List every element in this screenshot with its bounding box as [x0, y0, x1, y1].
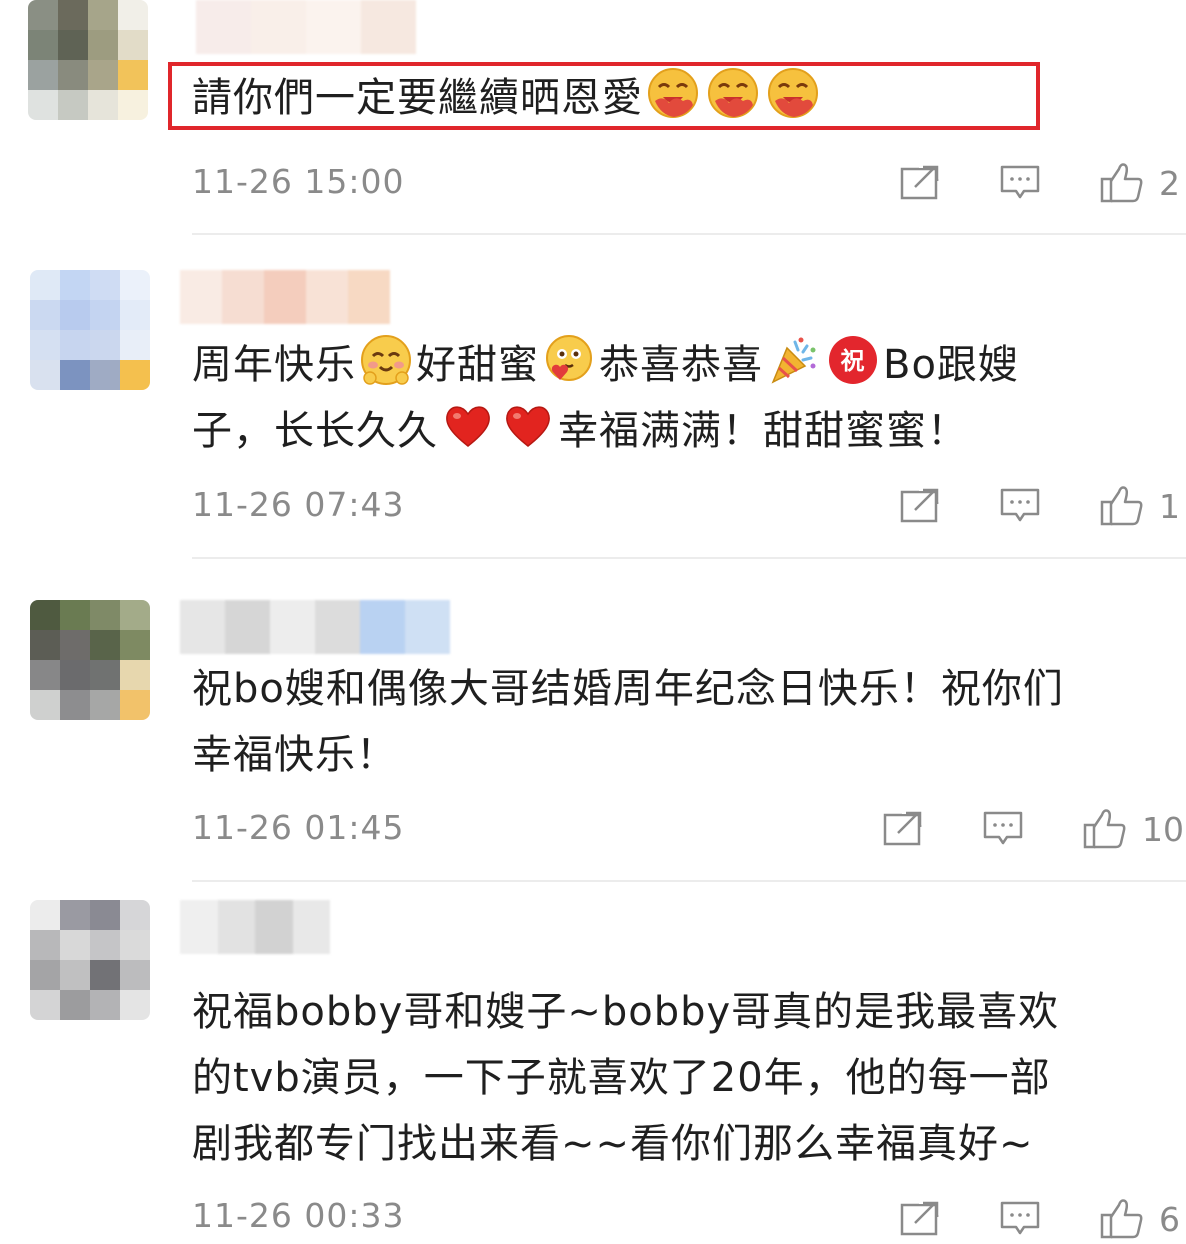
comment-text-segment: 幸福满满！甜甜蜜蜜！	[558, 408, 968, 454]
comment-actions: 6	[841, 1194, 1180, 1244]
comment-text-line: 請你們一定要繼續晒恩愛	[192, 65, 823, 131]
blush-emoji-icon	[360, 334, 412, 386]
comment-text-segment: 周年快乐	[192, 342, 356, 388]
comment-actions: 10	[824, 804, 1184, 854]
comment-text: 祝bo嫂和偶像大哥结婚周年纪念日快乐！祝你们 幸福快乐！	[192, 656, 1064, 788]
share-icon	[899, 488, 941, 524]
like-icon	[1082, 807, 1128, 851]
avatar[interactable]	[30, 600, 150, 720]
like-count: 1	[1159, 486, 1180, 526]
share-button[interactable]	[899, 1201, 941, 1237]
username-blurred[interactable]	[180, 900, 330, 954]
comment-text-line: 剧我都专门找出来看~~看你们那么幸福真好~	[192, 1111, 1059, 1177]
share-button[interactable]	[899, 488, 941, 524]
like-icon	[1099, 484, 1145, 528]
like-count: 10	[1142, 809, 1184, 849]
divider	[192, 557, 1186, 559]
heart-emoji-icon	[442, 400, 494, 452]
comment-timestamp: 11-26 01:45	[192, 808, 405, 847]
username-blurred[interactable]	[180, 600, 450, 654]
comment-text-line: 周年快乐 好甜蜜 恭喜恭喜 祝 Bo跟嫂	[192, 332, 1019, 398]
hug-emoji-icon	[767, 67, 819, 119]
like-icon	[1099, 1197, 1145, 1241]
comment-text-segment: 剧我都专门找出来看~~看你们那么幸福真好~	[192, 1121, 1034, 1167]
comment-text-segment: 幸福快乐！	[192, 732, 397, 778]
avatar[interactable]	[28, 0, 148, 120]
divider	[192, 880, 1186, 882]
like-count: 6	[1159, 1199, 1180, 1239]
like-button[interactable]: 6	[1099, 1197, 1180, 1241]
share-icon	[899, 1201, 941, 1237]
comment-text-line: 祝福bobby哥和嫂子~bobby哥真的是我最喜欢	[192, 979, 1059, 1045]
comment-timestamp: 11-26 00:33	[192, 1196, 405, 1235]
comment-button[interactable]	[999, 1200, 1041, 1238]
comment-text-line: 子，长长久久 幸福满满！甜甜蜜蜜！	[192, 398, 1019, 464]
username-blurred[interactable]	[180, 270, 390, 324]
comment-text-segment: 子，长长久久	[192, 408, 438, 454]
comment-text-segment: 祝bo嫂和偶像大哥结婚周年纪念日快乐！祝你们	[192, 666, 1064, 712]
comment-timestamp: 11-26 15:00	[192, 162, 405, 201]
like-count: 2	[1159, 163, 1180, 203]
comment-text-line: 幸福快乐！	[192, 722, 1064, 788]
comment-icon	[999, 1200, 1041, 1238]
avatar[interactable]	[30, 900, 150, 1020]
comment-text-segment: Bo跟嫂	[883, 342, 1019, 388]
username-blurred[interactable]	[196, 0, 416, 54]
share-button[interactable]	[899, 165, 941, 201]
comment-icon	[982, 810, 1024, 848]
comment-text-segment: 祝福bobby哥和嫂子~bobby哥真的是我最喜欢	[192, 989, 1060, 1035]
zhu-emoji-icon: 祝	[827, 334, 879, 386]
comment-icon	[999, 487, 1041, 525]
hug-emoji-icon	[707, 67, 759, 119]
comment-button[interactable]	[999, 487, 1041, 525]
comment-text-line: 的tvb演员，一下子就喜欢了20年，他的每一部	[192, 1045, 1059, 1111]
like-button[interactable]: 2	[1099, 161, 1180, 205]
avatar[interactable]	[30, 270, 150, 390]
love-emoji-icon	[543, 334, 595, 386]
comment-text-segment: 的tvb演员，一下子就喜欢了20年，他的每一部	[192, 1055, 1051, 1101]
comment-text-line: 祝bo嫂和偶像大哥结婚周年纪念日快乐！祝你们	[192, 656, 1064, 722]
comment-text: 請你們一定要繼續晒恩愛	[192, 65, 823, 131]
comment-text-segment: 好甜蜜	[416, 342, 539, 388]
svg-text:祝: 祝	[841, 347, 866, 375]
comment-text: 周年快乐 好甜蜜 恭喜恭喜 祝 Bo跟嫂子，长长久久 幸福满满！甜甜蜜蜜！	[192, 332, 1019, 464]
like-icon	[1099, 161, 1145, 205]
comment-text-segment: 請你們一定要繼續晒恩愛	[192, 75, 643, 121]
comment-text-segment: 恭喜恭喜	[599, 342, 763, 388]
like-button[interactable]: 10	[1082, 807, 1184, 851]
share-icon	[882, 811, 924, 847]
heart-emoji-icon	[502, 400, 554, 452]
like-button[interactable]: 1	[1099, 484, 1180, 528]
comment-button[interactable]	[999, 164, 1041, 202]
comment-button[interactable]	[982, 810, 1024, 848]
comment-icon	[999, 164, 1041, 202]
hug-emoji-icon	[647, 67, 699, 119]
comment-actions: 1	[841, 481, 1180, 531]
comment-actions: 2	[841, 158, 1180, 208]
divider	[192, 233, 1186, 235]
party-emoji-icon	[767, 334, 819, 386]
comment-text: 祝福bobby哥和嫂子~bobby哥真的是我最喜欢 的tvb演员，一下子就喜欢了2…	[192, 979, 1059, 1177]
share-button[interactable]	[882, 811, 924, 847]
share-icon	[899, 165, 941, 201]
comment-timestamp: 11-26 07:43	[192, 485, 405, 524]
